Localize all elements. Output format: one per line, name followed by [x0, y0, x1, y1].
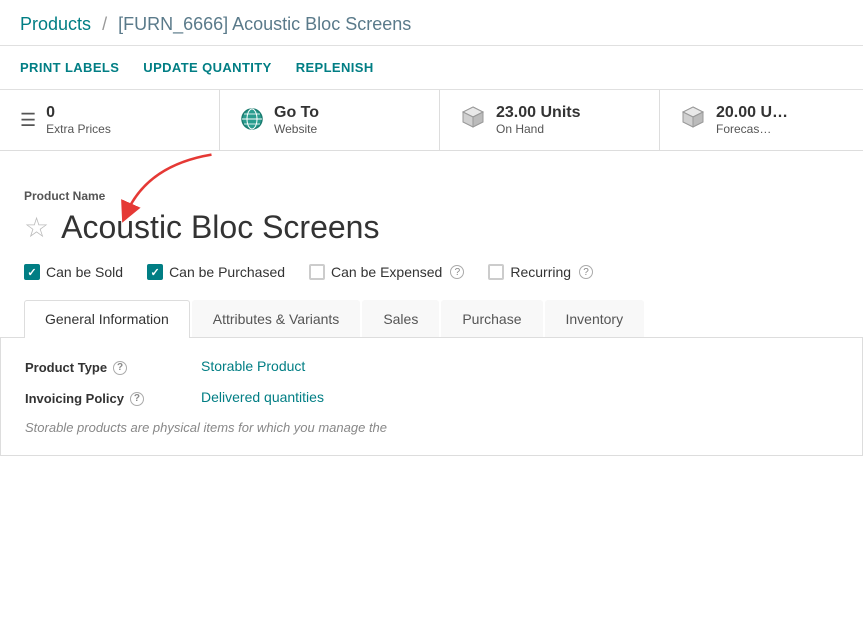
cube-on-hand-icon	[460, 104, 486, 136]
toolbar: PRINT LABELS UPDATE QUANTITY REPLENISH	[0, 46, 863, 90]
forecast-number: 20.00 U…	[716, 104, 788, 122]
tabs: General Information Attributes & Variant…	[0, 300, 863, 338]
can-be-sold-checkbox[interactable]	[24, 264, 40, 280]
units-on-hand-label: On Hand	[496, 122, 580, 136]
product-type-value[interactable]: Storable Product	[201, 358, 305, 374]
invoicing-policy-value[interactable]: Delivered quantities	[201, 389, 324, 405]
units-on-hand-number: 23.00 Units	[496, 104, 580, 122]
cube-forecast-icon	[680, 104, 706, 136]
extra-prices-label: Extra Prices	[46, 122, 111, 136]
recurring-help-icon[interactable]: ?	[579, 265, 593, 279]
invoicing-policy-row: Invoicing Policy ? Delivered quantities	[25, 389, 838, 406]
invoicing-policy-label: Invoicing Policy ?	[25, 389, 185, 406]
product-name-label: Product Name	[24, 189, 839, 203]
product-type-row: Product Type ? Storable Product	[25, 358, 838, 375]
breadcrumb: Products / [FURN_6666] Acoustic Bloc Scr…	[0, 0, 863, 46]
go-to-website-label: Website	[274, 122, 319, 136]
product-title-row: ☆ Acoustic Bloc Screens	[24, 209, 839, 246]
can-be-purchased-checkbox-item: Can be Purchased	[147, 264, 285, 280]
can-be-purchased-label: Can be Purchased	[169, 264, 285, 280]
print-labels-button[interactable]: PRINT LABELS	[20, 54, 135, 81]
favorite-star-icon[interactable]: ☆	[24, 214, 49, 242]
invoicing-policy-help-icon[interactable]: ?	[130, 392, 144, 406]
checkboxes-row: Can be Sold Can be Purchased Can be Expe…	[24, 264, 839, 280]
can-be-expensed-help-icon[interactable]: ?	[450, 265, 464, 279]
go-to-website-number: Go To	[274, 104, 319, 122]
can-be-sold-label: Can be Sold	[46, 264, 123, 280]
extra-prices-number: 0	[46, 104, 111, 122]
tab-purchase[interactable]: Purchase	[441, 300, 542, 337]
list-icon: ☰	[20, 110, 36, 131]
breadcrumb-separator: /	[102, 14, 107, 34]
can-be-expensed-checkbox[interactable]	[309, 264, 325, 280]
breadcrumb-current: [FURN_6666] Acoustic Bloc Screens	[118, 14, 411, 34]
product-type-help-icon[interactable]: ?	[113, 361, 127, 375]
tab-content-general: Product Type ? Storable Product Invoicin…	[0, 338, 863, 456]
units-on-hand-stat[interactable]: 23.00 Units On Hand	[440, 90, 660, 150]
recurring-checkbox[interactable]	[488, 264, 504, 280]
product-type-label: Product Type ?	[25, 358, 185, 375]
go-to-website-stat[interactable]: Go To Website	[220, 90, 440, 150]
can-be-expensed-checkbox-item: Can be Expensed ?	[309, 264, 464, 280]
can-be-purchased-checkbox[interactable]	[147, 264, 163, 280]
extra-prices-stat[interactable]: ☰ 0 Extra Prices	[0, 90, 220, 150]
can-be-sold-checkbox-item: Can be Sold	[24, 264, 123, 280]
replenish-button[interactable]: REPLENISH	[296, 54, 390, 81]
tab-general-information[interactable]: General Information	[24, 300, 190, 338]
tab-sales[interactable]: Sales	[362, 300, 439, 337]
arrow-container: ☆ Acoustic Bloc Screens	[24, 209, 839, 246]
stats-bar: ☰ 0 Extra Prices Go To Website	[0, 90, 863, 151]
forecast-label: Forecas…	[716, 122, 788, 136]
storable-product-note: Storable products are physical items for…	[25, 420, 838, 435]
recurring-label: Recurring	[510, 264, 571, 280]
update-quantity-button[interactable]: UPDATE QUANTITY	[143, 54, 287, 81]
can-be-expensed-label: Can be Expensed	[331, 264, 442, 280]
tab-inventory[interactable]: Inventory	[545, 300, 645, 337]
main-content: Product Name ☆ Acoustic Bloc Screens Can…	[0, 151, 863, 456]
globe-icon	[240, 107, 264, 134]
product-title: Acoustic Bloc Screens	[61, 209, 379, 246]
breadcrumb-parent[interactable]: Products	[20, 14, 91, 34]
tab-attributes-variants[interactable]: Attributes & Variants	[192, 300, 361, 337]
forecast-stat[interactable]: 20.00 U… Forecas…	[660, 90, 863, 150]
recurring-checkbox-item: Recurring ?	[488, 264, 593, 280]
